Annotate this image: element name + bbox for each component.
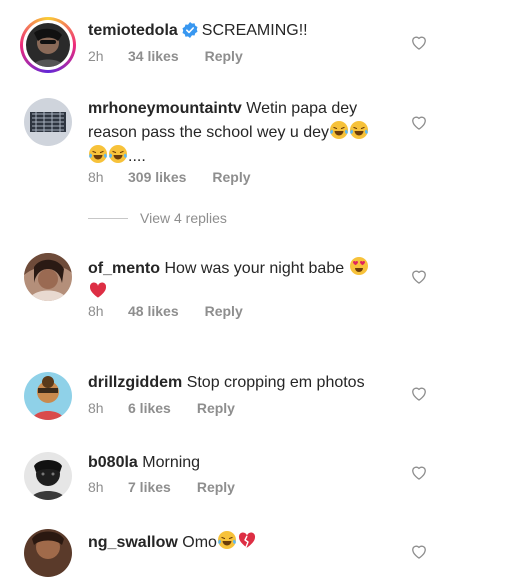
comment-text: SCREAMING!! <box>201 22 308 39</box>
comment-time: 2h <box>88 48 104 64</box>
heart-outline-icon[interactable] <box>409 541 429 561</box>
heart-outline-icon[interactable] <box>409 112 429 132</box>
comment-likes[interactable]: 309 likes <box>128 169 186 185</box>
avatar[interactable] <box>24 452 72 500</box>
comment-text: How was your night babe <box>164 260 345 277</box>
laughing-emoji-icon <box>329 120 349 140</box>
laughing-emoji-icon <box>88 144 108 164</box>
comment-username[interactable]: drillzgiddem <box>88 374 182 391</box>
comment-text: Morning <box>142 454 201 471</box>
view-replies-label: View 4 replies <box>140 210 227 226</box>
laughing-emoji-icon <box>108 144 128 164</box>
heart-outline-icon[interactable] <box>409 32 429 52</box>
reply-button[interactable]: Reply <box>205 48 243 64</box>
comment-username[interactable]: of_mento <box>88 260 160 277</box>
view-replies-link[interactable]: View 4 replies <box>88 210 227 226</box>
comment-time: 8h <box>88 169 104 185</box>
comment-text: Wetin papa dey <box>246 100 358 117</box>
comment-time: 8h <box>88 479 104 495</box>
verified-badge-icon <box>182 22 198 45</box>
avatar[interactable] <box>24 529 72 577</box>
comment-username[interactable]: mrhoneymountaintv <box>88 100 242 117</box>
heart-outline-icon[interactable] <box>409 266 429 286</box>
laughing-emoji-icon <box>349 120 369 140</box>
comment-username[interactable]: temiotedola <box>88 22 178 39</box>
comment-text: Stop cropping em photos <box>186 374 365 391</box>
avatar[interactable] <box>20 17 76 73</box>
comment-likes[interactable]: 34 likes <box>128 48 179 64</box>
reply-button[interactable]: Reply <box>197 479 235 495</box>
comment-text: reason pass the school wey u dey <box>88 124 330 141</box>
reply-button[interactable]: Reply <box>205 303 243 319</box>
divider <box>88 217 128 219</box>
avatar[interactable] <box>24 253 72 301</box>
avatar[interactable] <box>24 372 72 420</box>
reply-button[interactable]: Reply <box>197 400 235 416</box>
comment-likes[interactable]: 48 likes <box>128 303 179 319</box>
comment-username[interactable]: b080la <box>88 454 138 471</box>
comment-time: 8h <box>88 303 104 319</box>
laughing-emoji-icon <box>217 530 237 550</box>
comment-text: .... <box>128 148 146 165</box>
reply-button[interactable]: Reply <box>212 169 250 185</box>
heart-eyes-emoji-icon <box>349 256 369 276</box>
red-heart-emoji-icon <box>88 280 108 300</box>
comment-time: 8h <box>88 400 104 416</box>
comment-username[interactable]: ng_swallow <box>88 534 178 551</box>
heart-outline-icon[interactable] <box>409 462 429 482</box>
avatar[interactable] <box>24 98 72 146</box>
comment-text: Omo <box>182 534 217 551</box>
broken-heart-emoji-icon <box>237 530 257 550</box>
comment-likes[interactable]: 7 likes <box>128 479 171 495</box>
comment-likes[interactable]: 6 likes <box>128 400 171 416</box>
heart-outline-icon[interactable] <box>409 383 429 403</box>
